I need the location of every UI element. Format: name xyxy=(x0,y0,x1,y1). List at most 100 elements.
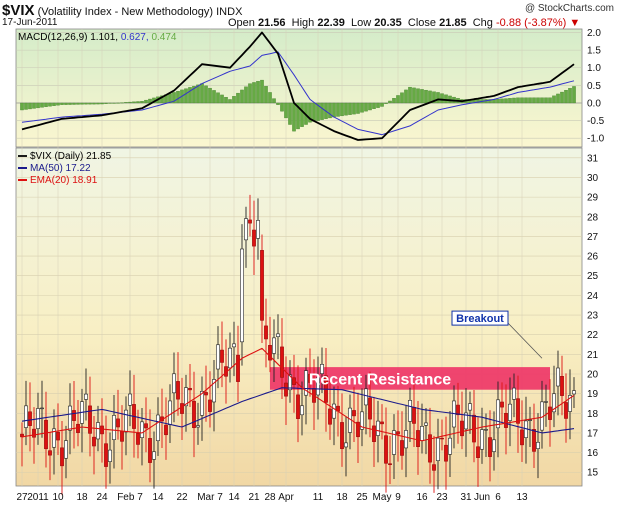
ma50-legend: MA(50) 17.22 xyxy=(30,163,91,174)
macd-histogram-bar xyxy=(544,97,548,104)
price-y-tick: 30 xyxy=(587,173,599,184)
candle-body xyxy=(372,425,376,442)
macd-histogram-bar xyxy=(60,102,64,105)
resistance-label: Recent Resistance xyxy=(309,371,451,388)
x-tick-label: 6 xyxy=(495,492,501,503)
macd-histogram-bar xyxy=(408,86,412,104)
candle-body xyxy=(436,437,440,461)
macd-histogram-bar xyxy=(352,102,356,115)
candle-body xyxy=(528,419,532,421)
x-tick-label: 18 xyxy=(76,492,88,503)
macd-histogram-bar xyxy=(340,102,344,117)
macd-histogram-bar xyxy=(276,102,280,105)
candle-body xyxy=(144,423,148,429)
candle-body xyxy=(560,375,564,396)
macd-y-tick: -0.5 xyxy=(587,116,605,127)
candle-body xyxy=(116,418,120,428)
macd-histogram-bar xyxy=(120,102,124,104)
macd-histogram-bar xyxy=(336,102,340,117)
macd-histogram-bar xyxy=(420,89,424,104)
candle-body xyxy=(128,393,132,406)
candle-body xyxy=(500,401,504,408)
candle-body xyxy=(512,387,516,400)
macd-histogram-bar xyxy=(520,97,524,104)
price-y-tick: 24 xyxy=(587,291,599,302)
macd-histogram-bar xyxy=(32,102,36,109)
macd-histogram-bar xyxy=(568,88,572,104)
candle-body xyxy=(100,425,104,435)
macd-histogram-bar xyxy=(104,102,108,104)
macd-histogram-bar xyxy=(40,102,44,108)
x-tick-label: Mar 7 xyxy=(197,492,223,503)
macd-legend-value: 1.101, xyxy=(90,32,121,43)
candle-body xyxy=(204,392,208,396)
x-tick-label: 25 xyxy=(356,492,368,503)
signal-legend-value: 0.627, xyxy=(121,32,152,43)
candle-body xyxy=(272,337,276,354)
candle-body xyxy=(344,442,348,448)
macd-histogram-bar xyxy=(368,102,372,111)
candle-body xyxy=(404,430,408,449)
x-tick-label: 22 xyxy=(176,492,188,503)
candle-body xyxy=(424,422,428,426)
price-y-tick: 19 xyxy=(587,389,599,400)
macd-histogram-bar xyxy=(528,97,532,104)
candle-body xyxy=(208,399,212,412)
price-y-tick: 15 xyxy=(587,468,599,479)
candle-body xyxy=(68,405,72,431)
candle-body xyxy=(264,325,268,340)
macd-histogram-bar xyxy=(516,97,520,104)
macd-histogram-bar xyxy=(380,102,384,107)
macd-histogram-bar xyxy=(96,102,100,105)
macd-histogram-bar xyxy=(248,83,252,104)
candle-body xyxy=(152,451,156,460)
macd-histogram-bar xyxy=(424,89,428,104)
macd-histogram-bar xyxy=(272,98,276,104)
macd-histogram-bar xyxy=(140,101,144,104)
macd-histogram-bar xyxy=(532,97,536,104)
candle-body xyxy=(40,407,44,410)
candle-body xyxy=(72,410,76,421)
x-tick-label: 14 xyxy=(228,492,240,503)
macd-histogram-bar xyxy=(108,102,112,104)
candle-body xyxy=(164,424,168,436)
candle-body xyxy=(248,219,252,224)
candle-body xyxy=(32,428,36,438)
candle-body xyxy=(280,346,284,378)
candle-body xyxy=(440,437,444,440)
macd-histogram-bar xyxy=(444,94,448,104)
macd-histogram-bar xyxy=(556,93,560,104)
macd-histogram-bar xyxy=(52,102,56,106)
macd-histogram-bar xyxy=(72,102,76,105)
macd-histogram-bar xyxy=(144,99,148,104)
x-tick-label: 21 xyxy=(248,492,260,503)
macd-histogram-bar xyxy=(36,102,40,109)
x-tick-label: May xyxy=(373,492,392,503)
macd-histogram-bar xyxy=(404,89,408,104)
candle-body xyxy=(296,394,300,419)
candle-body xyxy=(260,250,264,321)
macd-y-tick: 0.5 xyxy=(587,81,601,92)
macd-histogram-bar xyxy=(360,102,364,113)
macd-histogram-bar xyxy=(412,87,416,104)
candle-body xyxy=(28,411,32,426)
macd-histogram-bar xyxy=(224,97,228,104)
candle-body xyxy=(388,463,392,466)
macd-histogram-bar xyxy=(320,102,324,120)
macd-histogram-bar xyxy=(560,91,564,104)
x-tick-label: 10 xyxy=(52,492,64,503)
macd-histogram-bar xyxy=(236,92,240,104)
candle-body xyxy=(124,409,128,433)
macd-histogram-bar xyxy=(88,102,92,105)
candle-body xyxy=(196,425,200,428)
macd-histogram-bar xyxy=(252,82,256,104)
macd-histogram-bar xyxy=(44,102,48,107)
candle-body xyxy=(536,441,540,449)
candle-body xyxy=(332,403,336,419)
macd-histogram-bar xyxy=(540,97,544,104)
breakout-label: Breakout xyxy=(456,313,504,325)
candle-body xyxy=(548,406,552,420)
candle-body xyxy=(572,390,576,395)
price-y-tick: 29 xyxy=(587,193,599,204)
macd-histogram-bar xyxy=(332,102,336,118)
